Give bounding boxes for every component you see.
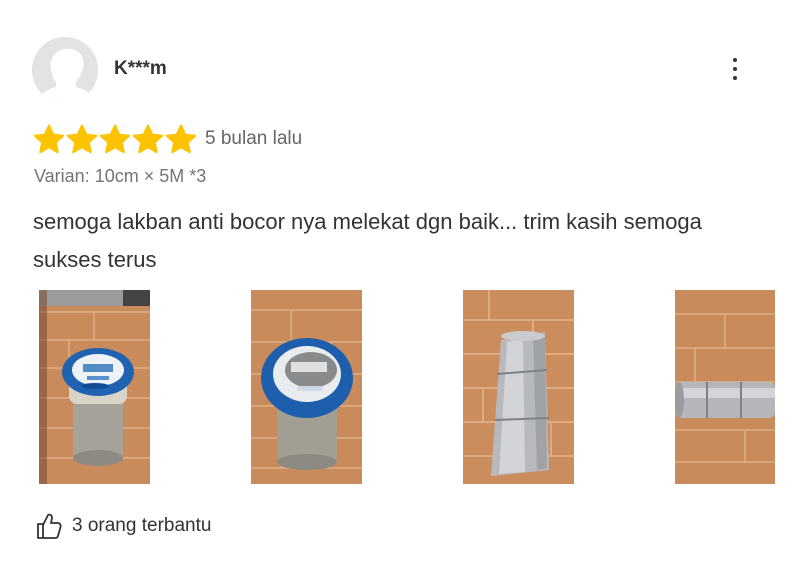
review-photo-3[interactable] xyxy=(463,290,574,484)
photo-silver-roll-horizontal xyxy=(675,290,775,484)
review-photo-4[interactable] xyxy=(675,290,775,484)
star-icon xyxy=(99,124,131,154)
photo-tape-rolls-blue-label xyxy=(39,290,150,484)
helpful-count: 3 orang terbantu xyxy=(72,515,212,536)
star-icon xyxy=(132,124,164,154)
helpful-button[interactable]: 3 orang terbantu xyxy=(36,512,211,540)
avatar[interactable] xyxy=(32,37,98,103)
review-time: 5 bulan lalu xyxy=(205,128,303,149)
review-photo-1[interactable] xyxy=(39,290,150,484)
star-icon xyxy=(66,124,98,154)
thumbs-up-icon xyxy=(37,513,62,539)
star-icon xyxy=(165,124,197,154)
review-comment: semoga lakban anti bocor nya melekat dgn… xyxy=(33,209,702,272)
review-photo-2[interactable] xyxy=(251,290,362,484)
more-vertical-icon xyxy=(733,58,737,62)
more-options-button[interactable] xyxy=(720,52,750,86)
star-rating xyxy=(33,124,197,154)
photo-silver-roll-vertical xyxy=(463,290,574,484)
rating-row: 5 bulan lalu xyxy=(33,124,302,154)
product-variant: Varian: 10cm × 5M *3 xyxy=(34,166,207,186)
star-icon xyxy=(33,124,65,154)
reviewer-name: K***m xyxy=(114,58,167,79)
photo-tape-roll-top-view xyxy=(251,290,362,484)
avatar-placeholder-icon xyxy=(32,37,98,103)
